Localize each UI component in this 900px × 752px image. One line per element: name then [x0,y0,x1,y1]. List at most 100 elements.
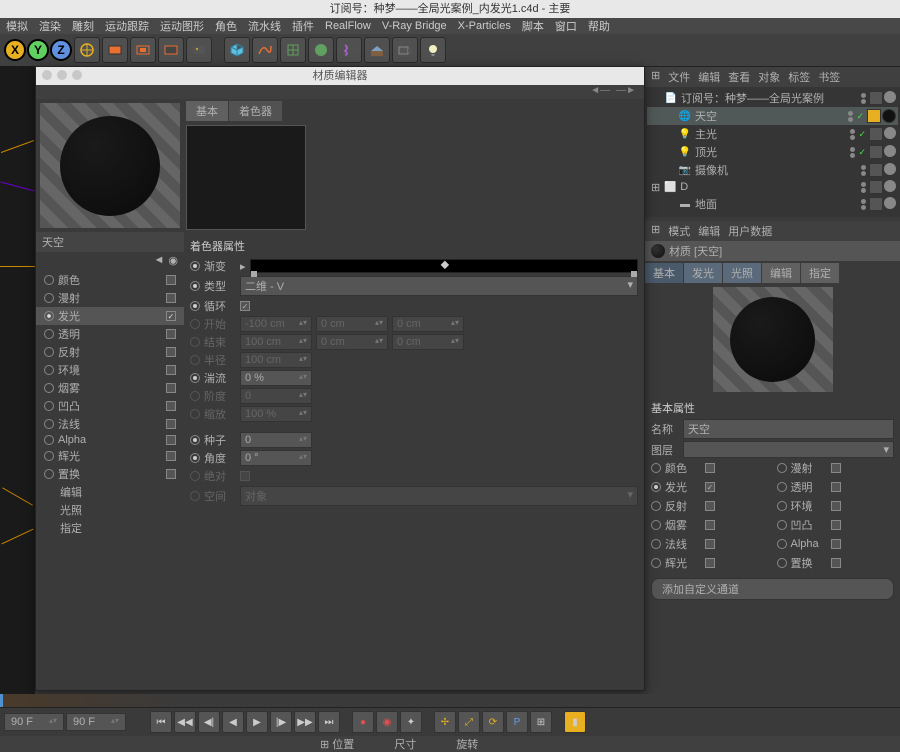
channel-radio[interactable] [44,275,54,285]
menu-item[interactable]: X-Particles [458,20,511,32]
attr-channel-radio[interactable] [777,501,787,511]
obj-row-顶光[interactable]: 💡顶光✓ [647,143,898,161]
move-key-button[interactable]: ✢ [434,711,456,733]
menu-item[interactable]: RealFlow [325,20,371,32]
turbulence-radio[interactable] [190,373,200,383]
channel-反射[interactable]: 反射 [36,343,184,361]
menu-item[interactable]: 模拟 [6,18,28,34]
grid-icon[interactable]: ⊞ [651,223,660,239]
attr-channel-radio[interactable] [651,520,661,530]
attr-channel-checkbox[interactable] [831,463,841,473]
prev-arrow-icon[interactable]: ◄ [154,254,165,267]
menu-item[interactable]: 渲染 [39,18,61,34]
attr-channel-radio[interactable] [777,463,787,473]
menu-item[interactable]: 运动图形 [160,18,204,34]
channel-checkbox[interactable] [166,293,176,303]
channel-radio[interactable] [44,435,54,445]
attr-subtab-发光[interactable]: 发光 [684,263,722,283]
tab-shader[interactable]: 着色器 [229,101,282,121]
obj-tab[interactable]: 书签 [818,69,840,85]
channel-checkbox[interactable] [166,329,176,339]
attr-channel-checkbox[interactable] [831,539,841,549]
tab-basic[interactable]: 基本 [186,101,228,121]
visibility-dots[interactable] [861,199,866,210]
camera-button[interactable] [392,37,418,63]
obj-tab[interactable]: 文件 [668,69,690,85]
channel-颜色[interactable]: 颜色 [36,271,184,289]
channel-checkbox[interactable] [166,347,176,357]
world-button[interactable] [74,37,100,63]
coord-tab[interactable]: 旋转 [456,736,478,752]
spline-button[interactable] [252,37,278,63]
channel-radio[interactable] [44,469,54,479]
record-button[interactable]: ● [352,711,374,733]
channel-radio[interactable] [44,347,54,357]
goto-start-button[interactable]: ⏮ [150,711,172,733]
nav-next-button[interactable]: —► [616,85,636,99]
obj-tags[interactable] [869,197,896,211]
nav-prev-button[interactable]: ◄— [590,85,610,99]
obj-tags[interactable] [869,145,896,159]
render-region-button[interactable] [130,37,156,63]
channel-透明[interactable]: 透明 [36,325,184,343]
type-radio[interactable] [190,281,200,291]
prev-frame-button[interactable]: ◀| [198,711,220,733]
channel-Alpha[interactable]: Alpha [36,433,184,447]
obj-tab[interactable]: 对象 [758,69,780,85]
attr-channel-checkbox[interactable] [705,558,715,568]
keyframe-button[interactable]: ✦ [400,711,422,733]
expand-icon[interactable]: ⊞ [651,181,660,194]
goto-end-button[interactable]: ⏭ [318,711,340,733]
z-axis-button[interactable]: Z [50,39,72,61]
coord-tab[interactable]: ⊞ 位置 [320,736,354,752]
channel-光照[interactable]: 光照 [36,501,184,519]
next-key-button[interactable]: ▶▶ [294,711,316,733]
obj-tags[interactable] [869,127,896,141]
channel-radio[interactable] [44,451,54,461]
light-button[interactable] [420,37,446,63]
attr-tab[interactable]: 用户数据 [728,223,772,239]
menu-item[interactable]: 插件 [292,18,314,34]
expand-icon[interactable]: ▸ [240,260,246,273]
loop-checkbox[interactable]: ✓ [240,301,250,311]
frame-current-input[interactable]: 90 F▴▾ [66,713,126,731]
pla-key-button[interactable]: ⊞ [530,711,552,733]
attr-channel-radio[interactable] [777,482,787,492]
obj-tags[interactable] [869,180,896,194]
channel-checkbox[interactable] [166,469,176,479]
menu-item[interactable]: 运动跟踪 [105,18,149,34]
visibility-dots[interactable] [861,93,866,104]
name-input[interactable]: 天空 [683,419,894,439]
play-backward-button[interactable]: ◀ [222,711,244,733]
visibility-dots[interactable] [861,182,866,193]
menu-item[interactable]: 脚本 [522,18,544,34]
menu-item[interactable]: 雕刻 [72,18,94,34]
picture-viewer-button[interactable] [186,37,212,63]
gradient-bar[interactable] [250,259,638,273]
attr-channel-checkbox[interactable]: ✓ [705,482,715,492]
channel-radio[interactable] [44,329,54,339]
attr-channel-checkbox[interactable] [831,558,841,568]
timeline-ruler[interactable] [0,694,900,708]
channel-checkbox[interactable] [166,401,176,411]
param-key-button[interactable]: P [506,711,528,733]
angle-radio[interactable] [190,453,200,463]
material-editor-titlebar[interactable]: 材质编辑器 [36,67,644,85]
channel-编辑[interactable]: 编辑 [36,483,184,501]
grid-icon[interactable]: ⊞ [651,69,660,85]
obj-tags[interactable] [867,109,896,123]
obj-row-D[interactable]: ⊞⬜D [647,179,898,195]
attr-subtab-光照[interactable]: 光照 [723,263,761,283]
obj-row-地面[interactable]: ▬地面 [647,195,898,213]
attr-channel-radio[interactable] [777,520,787,530]
render-button[interactable] [102,37,128,63]
attr-channel-checkbox[interactable] [705,520,715,530]
visibility-dots[interactable] [850,147,855,158]
channel-radio[interactable] [44,293,54,303]
rotate-key-button[interactable]: ⟳ [482,711,504,733]
attr-channel-checkbox[interactable] [831,501,841,511]
channel-radio[interactable] [44,311,54,321]
angle-input[interactable]: 0 °▴▾ [240,450,312,466]
channel-checkbox[interactable]: ✓ [166,311,176,321]
obj-row-主光[interactable]: 💡主光✓ [647,125,898,143]
